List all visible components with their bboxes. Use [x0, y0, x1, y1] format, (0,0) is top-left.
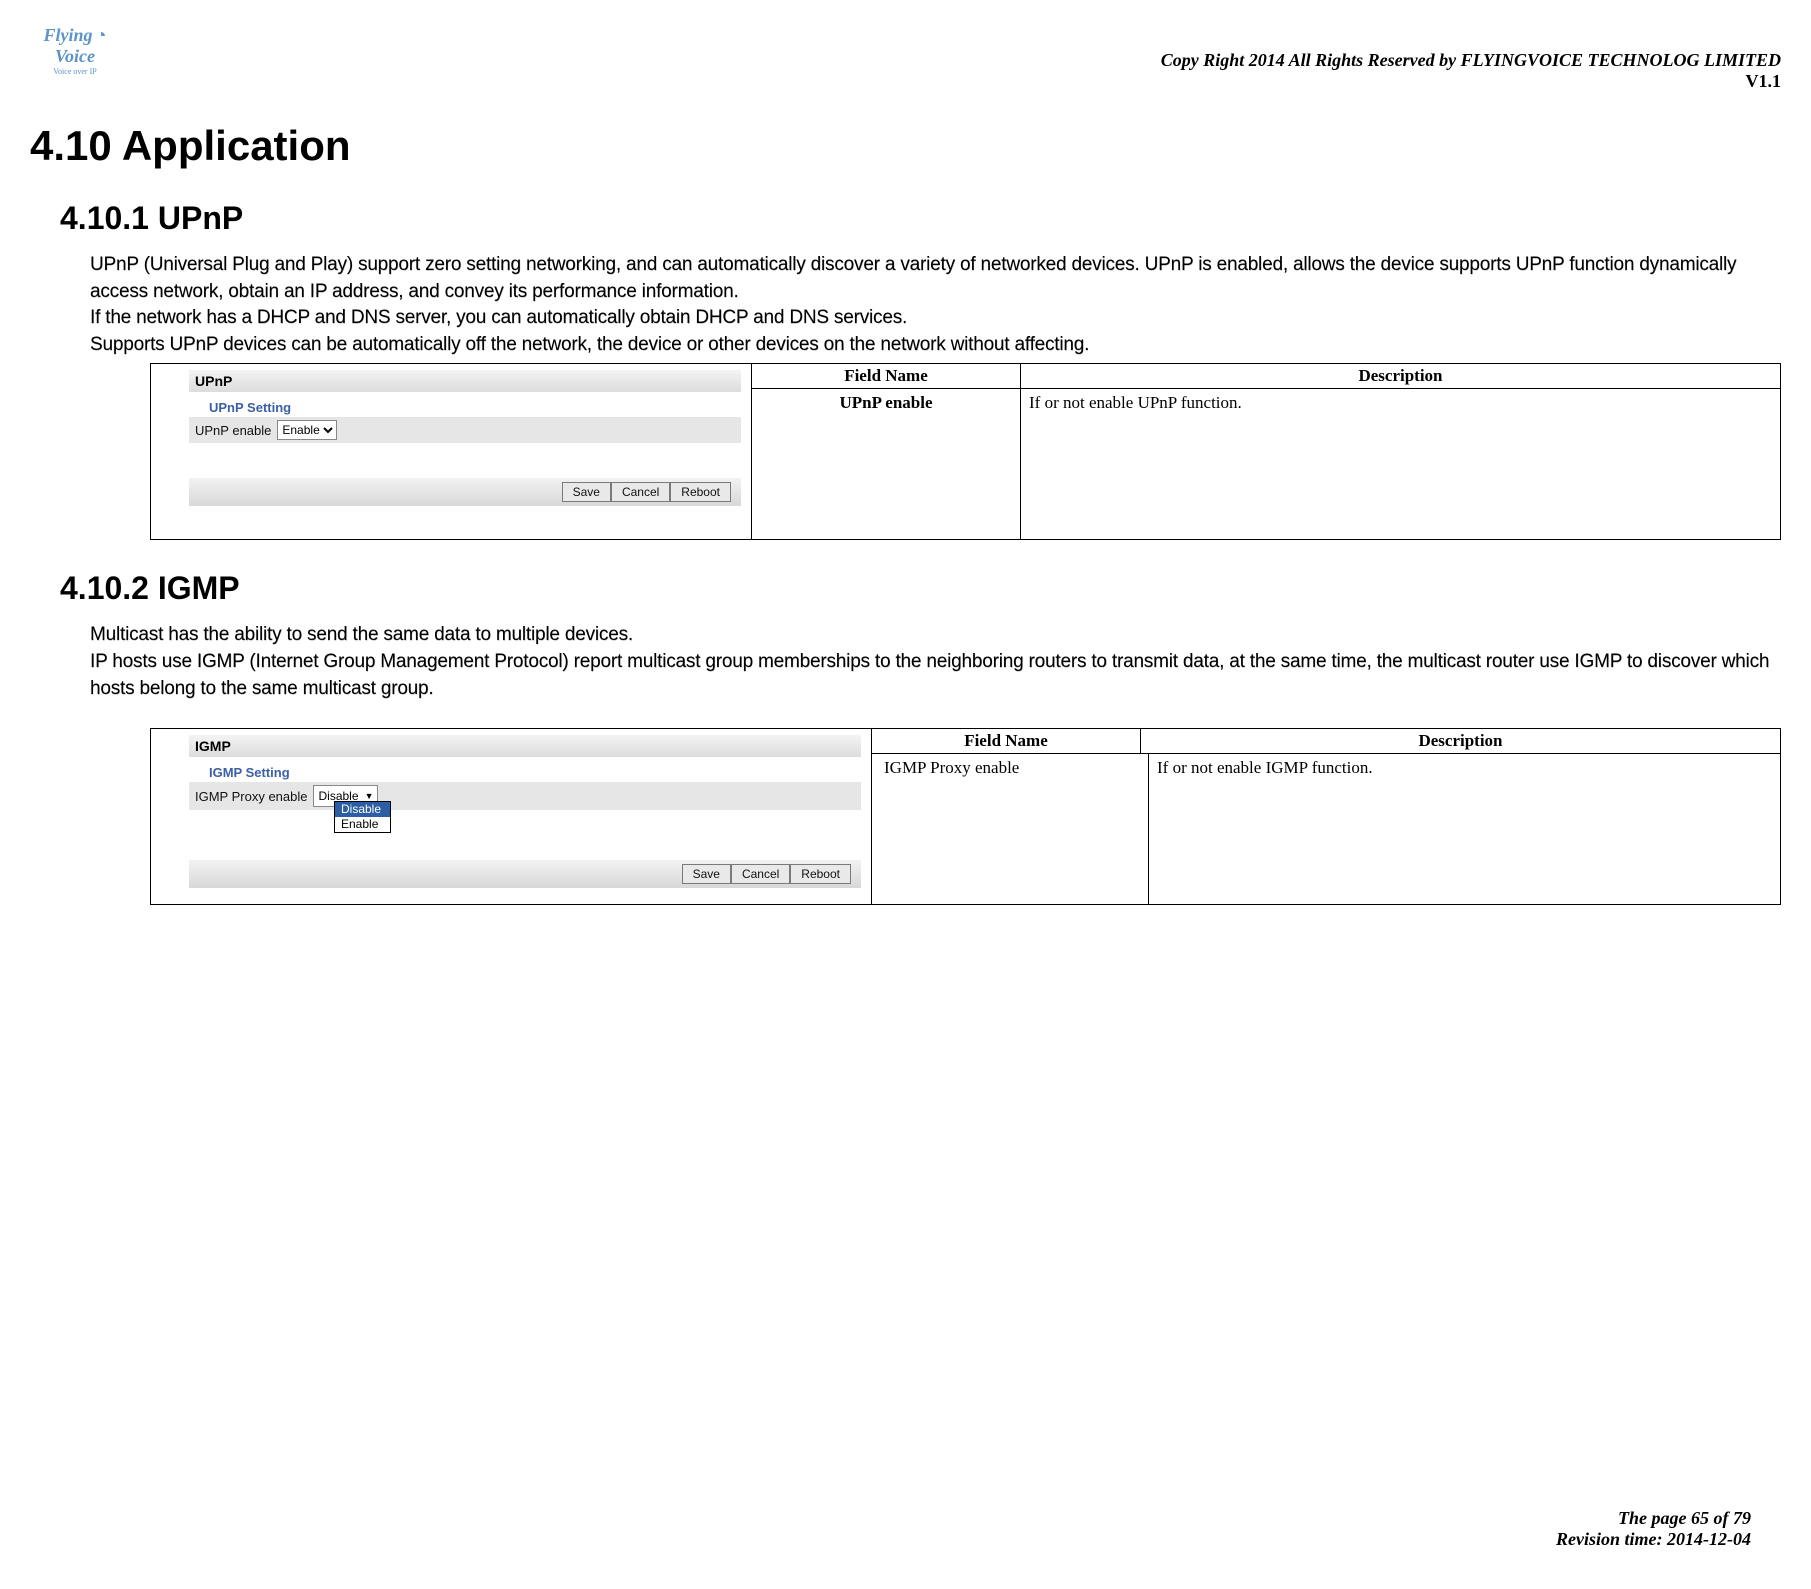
dropdown-option-disable[interactable]: Disable	[335, 802, 390, 817]
section-heading: 4.10 Application	[30, 122, 1781, 170]
cancel-button[interactable]: Cancel	[731, 864, 790, 884]
igmp-paragraph-2: IP hosts use IGMP (Internet Group Manage…	[90, 649, 1781, 702]
igmp-pane-title: IGMP	[189, 735, 861, 757]
table-header-row: Field Name Description	[872, 729, 1780, 754]
chevron-down-icon: ▼	[365, 791, 374, 801]
td-field-name: UPnP enable	[752, 389, 1021, 539]
table-header-row: Field Name Description	[752, 364, 1780, 389]
igmp-button-bar: Save Cancel Reboot	[189, 860, 861, 888]
save-button[interactable]: Save	[562, 482, 611, 502]
td-description: If or not enable IGMP function.	[1149, 754, 1780, 904]
save-button[interactable]: Save	[682, 864, 731, 884]
page-footer: The page 65 of 79 Revision time: 2014-12…	[1556, 1508, 1751, 1550]
upnp-setting-row: UPnP enable Enable	[189, 417, 741, 443]
logo-text-top: Flying	[44, 25, 93, 45]
upnp-field-table: Field Name Description UPnP enable If or…	[752, 364, 1780, 539]
th-field-name: Field Name	[752, 364, 1021, 388]
upnp-paragraph-2: If the network has a DHCP and DNS server…	[90, 305, 1781, 332]
logo: Flying◔ Voice Voice over IP	[30, 20, 120, 80]
upnp-enable-label: UPnP enable	[195, 423, 271, 438]
upnp-pane-title: UPnP	[189, 370, 741, 392]
upnp-enable-select[interactable]: Enable	[277, 420, 337, 440]
upnp-paragraph-3: Supports UPnP devices can be automatical…	[90, 332, 1781, 359]
th-description: Description	[1141, 729, 1780, 753]
logo-tagline: Voice over IP	[53, 67, 96, 76]
td-description: If or not enable UPnP function.	[1021, 389, 1780, 539]
igmp-field-table: Field Name Description IGMP Proxy enable…	[872, 729, 1780, 904]
igmp-figure: IGMP IGMP Setting IGMP Proxy enable Disa…	[150, 728, 1781, 905]
igmp-setting-title: IGMP Setting	[209, 765, 871, 780]
igmp-enable-label: IGMP Proxy enable	[195, 789, 307, 804]
logo-text-bottom: Voice	[55, 46, 95, 67]
upnp-figure: UPnP UPnP Setting UPnP enable Enable Sav…	[150, 363, 1781, 540]
dropdown-option-enable[interactable]: Enable	[335, 817, 390, 832]
th-field-name: Field Name	[872, 729, 1141, 753]
upnp-button-bar: Save Cancel Reboot	[189, 478, 741, 506]
table-row: IGMP Proxy enable If or not enable IGMP …	[872, 754, 1780, 904]
reboot-button[interactable]: Reboot	[670, 482, 731, 502]
igmp-setting-row: IGMP Proxy enable Disable ▼	[189, 782, 861, 810]
page-number: The page 65 of 79	[1556, 1508, 1751, 1529]
reboot-button[interactable]: Reboot	[790, 864, 851, 884]
revision-time: Revision time: 2014-12-04	[1556, 1529, 1751, 1550]
th-description: Description	[1021, 364, 1780, 388]
igmp-paragraph-1: Multicast has the ability to send the sa…	[90, 622, 1781, 649]
page-header: Flying◔ Voice Voice over IP Copy Right 2…	[30, 20, 1781, 92]
td-field-name: IGMP Proxy enable	[872, 754, 1149, 904]
upnp-setting-title: UPnP Setting	[209, 400, 751, 415]
subsection-upnp-heading: 4.10.1 UPnP	[60, 200, 1781, 237]
subsection-igmp-heading: 4.10.2 IGMP	[60, 570, 1781, 607]
version-text: V1.1	[1161, 71, 1781, 92]
copyright-text: Copy Right 2014 All Rights Reserved by F…	[1161, 50, 1781, 71]
wifi-icon: ◔	[96, 25, 107, 45]
upnp-paragraph-1: UPnP (Universal Plug and Play) support z…	[90, 252, 1781, 305]
igmp-screenshot-pane: IGMP IGMP Setting IGMP Proxy enable Disa…	[151, 729, 872, 904]
header-right: Copy Right 2014 All Rights Reserved by F…	[1161, 50, 1781, 92]
table-row: UPnP enable If or not enable UPnP functi…	[752, 389, 1780, 539]
cancel-button[interactable]: Cancel	[611, 482, 670, 502]
igmp-dropdown-list[interactable]: Disable Enable	[334, 801, 391, 833]
upnp-screenshot-pane: UPnP UPnP Setting UPnP enable Enable Sav…	[151, 364, 752, 539]
